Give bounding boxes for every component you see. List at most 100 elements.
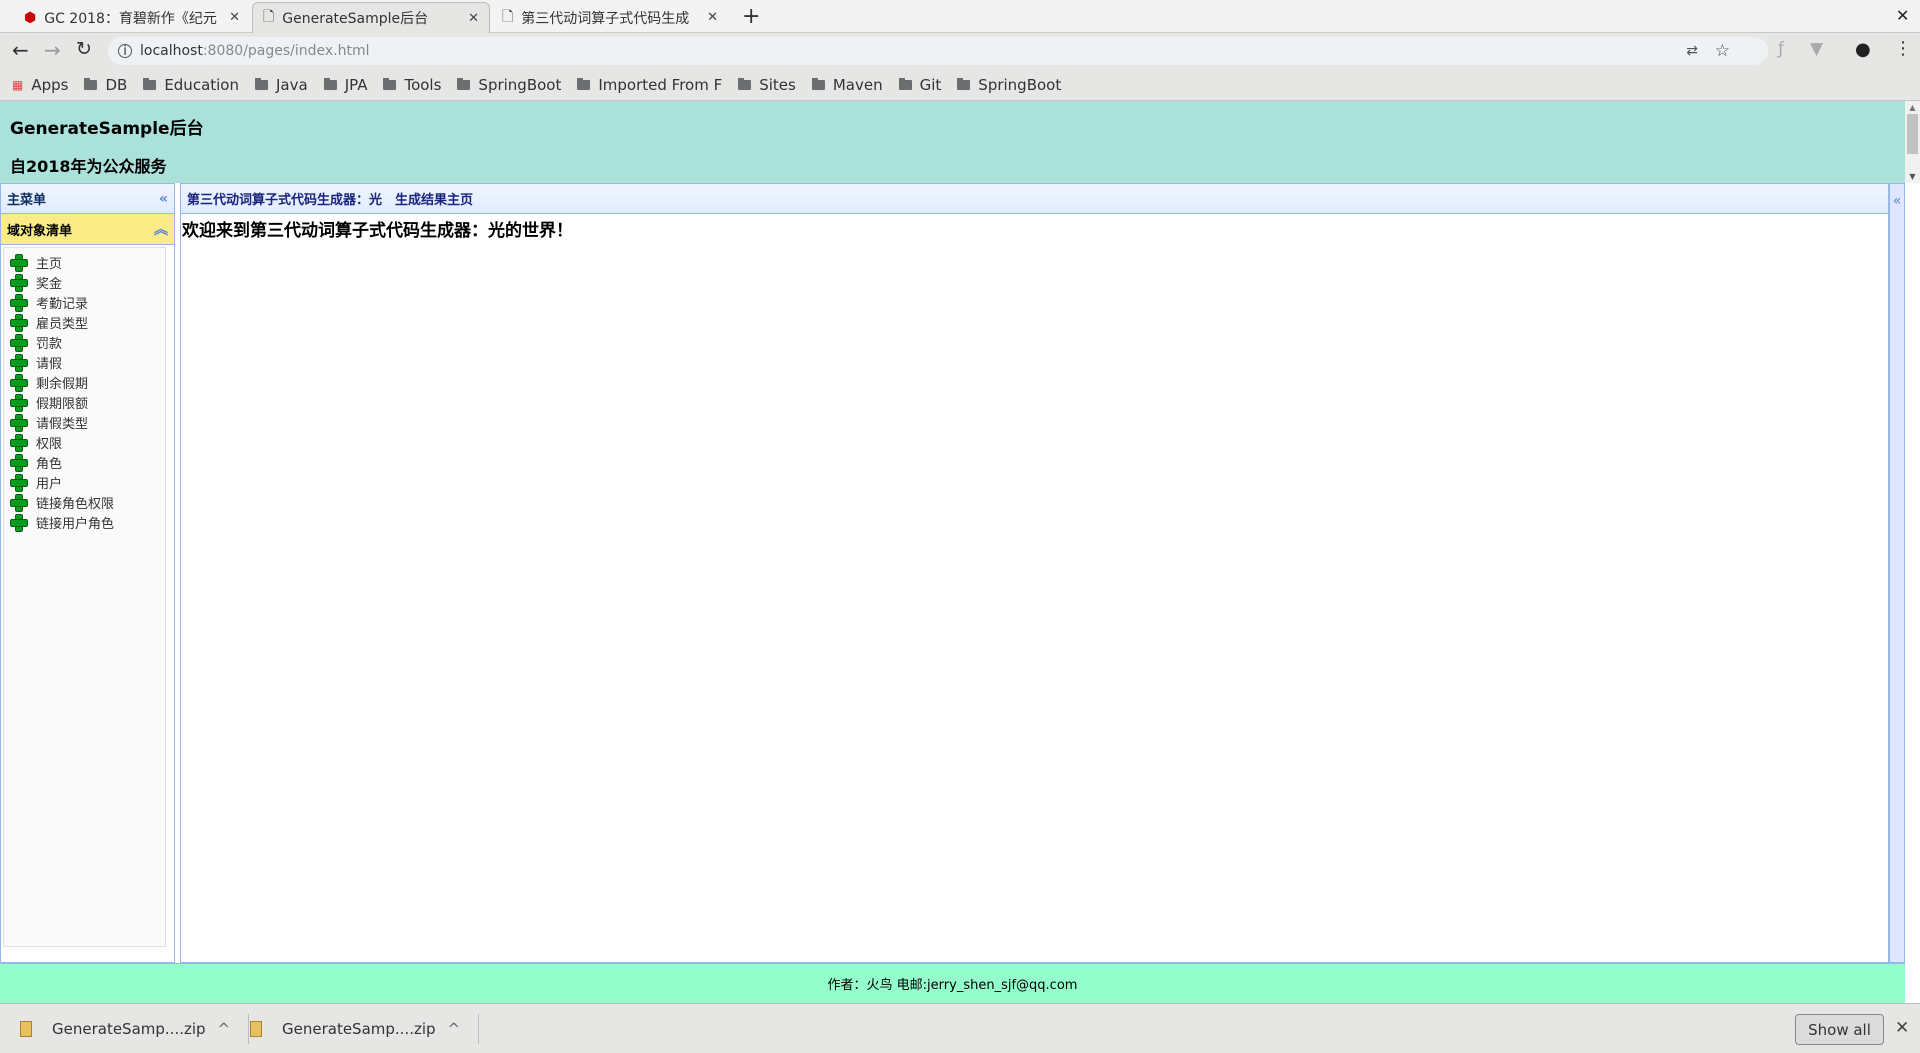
back-button[interactable]: ← <box>12 38 29 62</box>
folder-icon <box>457 77 471 90</box>
menu-item[interactable]: 链接角色权限 <box>4 492 165 512</box>
fedora-extension-icon[interactable]: ƒ <box>1778 39 1784 59</box>
welcome-heading: 欢迎来到第三代动词算子式代码生成器：光的世界！ <box>182 221 573 241</box>
plus-icon <box>10 334 28 352</box>
menu-item[interactable]: 奖金 <box>4 272 165 292</box>
bookmark-folder[interactable]: Java <box>255 76 308 94</box>
menu-item[interactable]: 权限 <box>4 432 165 452</box>
main-breadcrumb: 第三代动词算子式代码生成器：光 生成结果主页 <box>181 184 1888 214</box>
folder-icon <box>811 77 825 90</box>
page-footer: 作者：火鸟 电邮:jerry_shen_sjf@qq.com <box>0 963 1905 1003</box>
menu-item[interactable]: 罚款 <box>4 332 165 352</box>
right-panel-collapsed[interactable]: « <box>1889 183 1905 963</box>
profile-icon[interactable]: ● <box>1855 39 1871 60</box>
menu-item[interactable]: 雇员类型 <box>4 312 165 332</box>
menu-item[interactable]: 剩余假期 <box>4 372 165 392</box>
menu-icon[interactable]: ⋮ <box>1894 38 1912 59</box>
forward-button[interactable]: → <box>44 38 61 62</box>
folder-icon <box>898 77 912 90</box>
vue-extension-icon[interactable]: ▼ <box>1810 39 1823 59</box>
tab-strip: ⬢ GC 2018：育碧新作《纪元 ✕ 🗋 GenerateSample后台 ✕ 🗋 第三… <box>0 0 1920 33</box>
plus-icon <box>10 414 28 432</box>
app-subtitle: 自2018年为公众服务 <box>10 157 167 176</box>
sidebar-header: 主菜单 « <box>1 184 174 214</box>
folder-icon <box>577 77 591 90</box>
tab-generatesample[interactable]: 🗋 GenerateSample后台 ✕ <box>252 2 490 33</box>
download-item[interactable]: GenerateSamp....zip ^ <box>230 1014 480 1044</box>
folder-icon <box>957 77 971 90</box>
menu-item[interactable]: 角色 <box>4 452 165 472</box>
bookmark-folder[interactable]: DB <box>84 76 127 94</box>
bookmarks-bar: ▦ Apps DB Education Java JPA Tools Spring… <box>0 69 1920 101</box>
menu-item[interactable]: 考勤记录 <box>4 292 165 312</box>
close-tab-icon[interactable]: ✕ <box>707 10 718 25</box>
zip-file-icon <box>250 1021 262 1037</box>
folder-icon <box>383 77 397 90</box>
chevron-up-icon[interactable]: ︽ <box>154 219 168 239</box>
folder-icon <box>323 77 337 90</box>
show-all-button[interactable]: Show all <box>1795 1014 1884 1045</box>
menu-item[interactable]: 请假 <box>4 352 165 372</box>
translate-icon[interactable]: ⇄ <box>1686 43 1698 59</box>
bookmark-folder[interactable]: Tools <box>383 76 441 94</box>
download-item[interactable]: GenerateSamp....zip ^ <box>0 1014 250 1044</box>
menu-list: 主页 奖金 考勤记录 雇员类型 罚款 请假 剩余假期 假期限额 请假类型 权限 … <box>3 247 166 947</box>
close-tab-icon[interactable]: ✕ <box>468 11 479 26</box>
star-icon[interactable]: ☆ <box>1715 41 1730 61</box>
folder-icon <box>143 77 157 90</box>
tab-generator[interactable]: 🗋 第三代动词算子式代码生成 ✕ <box>492 2 728 33</box>
plus-icon <box>10 494 28 512</box>
address-bar[interactable]: i localhost:8080/pages/index.html ⇄ ☆ <box>108 37 1768 65</box>
accordion-domain-objects[interactable]: 域对象清单 ︽ <box>1 214 174 245</box>
expand-right-icon[interactable]: « <box>1893 193 1902 209</box>
plus-icon <box>10 434 28 452</box>
bookmark-folder[interactable]: SpringBoot <box>457 76 561 94</box>
plus-icon <box>10 274 28 292</box>
app-title: GenerateSample后台 <box>10 119 204 139</box>
bookmark-folder[interactable]: Git <box>898 76 941 94</box>
scrollbar-thumb[interactable] <box>1907 114 1918 154</box>
reload-button[interactable]: ↻ <box>76 38 92 60</box>
menu-item[interactable]: 链接用户角色 <box>4 512 165 532</box>
zip-file-icon <box>20 1021 32 1037</box>
main-panel: 第三代动词算子式代码生成器：光 生成结果主页 欢迎来到第三代动词算子式代码生成器… <box>180 183 1889 963</box>
bookmark-folder[interactable]: Imported From F <box>577 76 722 94</box>
apps-grid-icon: ▦ <box>12 77 24 92</box>
close-window-button[interactable]: ✕ <box>1896 6 1909 25</box>
plus-icon <box>10 254 28 272</box>
bookmark-folder[interactable]: SpringBoot <box>957 76 1061 94</box>
page-icon: 🗋 <box>263 9 275 25</box>
tab-gc2018[interactable]: ⬢ GC 2018：育碧新作《纪元 ✕ <box>14 2 250 33</box>
new-tab-button[interactable]: + <box>742 4 760 29</box>
plus-icon <box>10 394 28 412</box>
chevron-up-icon[interactable]: ^ <box>448 1020 461 1038</box>
close-download-bar-icon[interactable]: ✕ <box>1895 1018 1909 1038</box>
menu-item[interactable]: 用户 <box>4 472 165 492</box>
bookmark-apps[interactable]: ▦ Apps <box>12 76 68 94</box>
menu-item[interactable]: 请假类型 <box>4 412 165 432</box>
plus-icon <box>10 294 28 312</box>
menu-item[interactable]: 假期限额 <box>4 392 165 412</box>
folder-icon <box>84 77 98 90</box>
plus-icon <box>10 354 28 372</box>
menu-item[interactable]: 主页 <box>4 252 165 272</box>
plus-icon <box>10 474 28 492</box>
collapse-left-icon[interactable]: « <box>159 191 168 207</box>
bookmark-folder[interactable]: Maven <box>811 76 883 94</box>
plus-icon <box>10 374 28 392</box>
folder-icon <box>255 77 268 90</box>
folder-icon <box>738 77 752 90</box>
game-favicon: ⬢ <box>24 9 37 26</box>
bookmark-folder[interactable]: Sites <box>738 76 796 94</box>
bookmark-folder[interactable]: Education <box>143 76 239 94</box>
info-icon[interactable]: i <box>118 44 132 59</box>
close-tab-icon[interactable]: ✕ <box>229 10 240 25</box>
page-header: GenerateSample后台 自2018年为公众服务 <box>0 101 1905 183</box>
download-bar: GenerateSamp....zip ^ GenerateSamp....zip… <box>0 1003 1920 1053</box>
sidebar: 主菜单 « 域对象清单 ︽ 主页 奖金 考勤记录 雇员类型 罚款 请假 剩余假期 假… <box>0 183 175 963</box>
chevron-up-icon[interactable]: ^ <box>218 1020 231 1038</box>
page-icon: 🗋 <box>502 8 514 25</box>
bookmark-folder[interactable]: JPA <box>323 76 367 94</box>
page-scrollbar[interactable]: ▲ ▼ <box>1905 101 1920 183</box>
plus-icon <box>10 454 28 472</box>
